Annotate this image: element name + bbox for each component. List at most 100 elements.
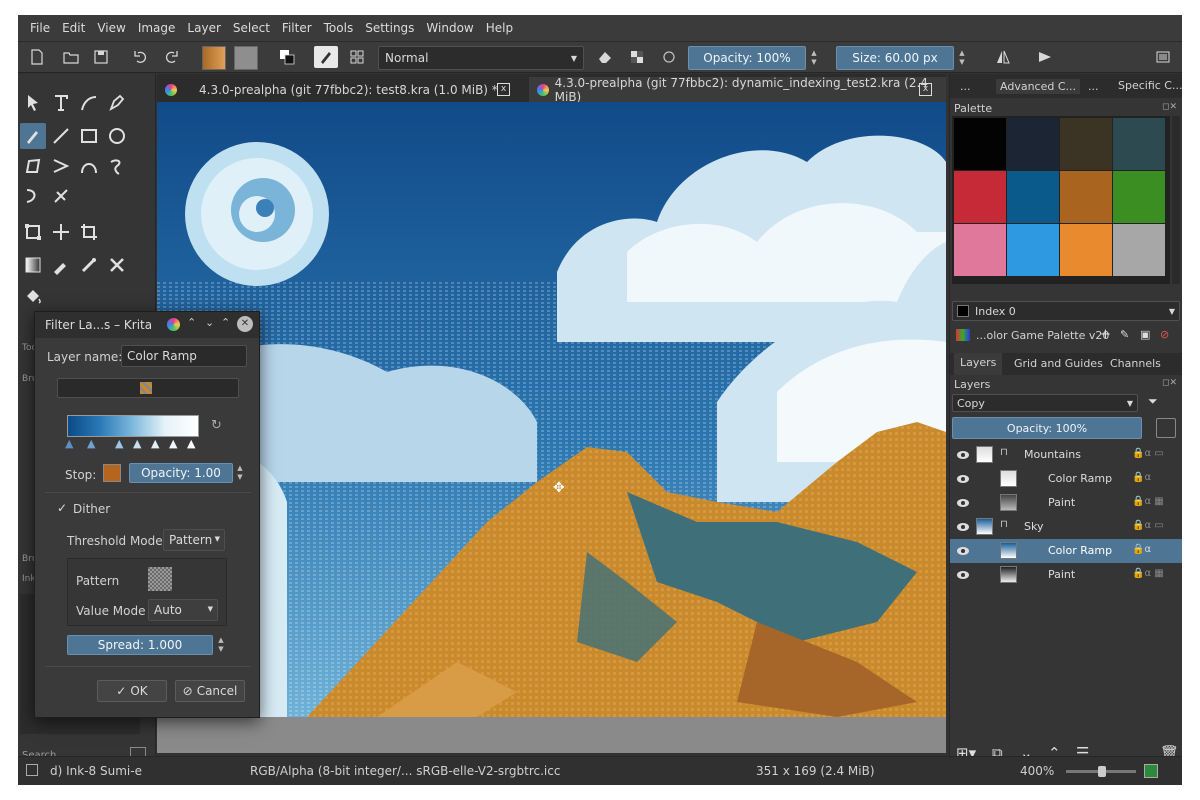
value-mode-select[interactable]: Auto ▼ (148, 599, 218, 621)
pattern-swatch[interactable] (148, 567, 172, 591)
palette-swatch[interactable] (954, 224, 1006, 276)
palette-index-select[interactable]: Index 0 ▼ (952, 301, 1180, 321)
line-tool-icon[interactable] (48, 123, 74, 149)
palette-name[interactable]: ...olor Game Palette v20 (976, 329, 1109, 342)
menu-view[interactable]: View (91, 21, 131, 35)
stop-color-button[interactable] (103, 464, 121, 482)
menu-help[interactable]: Help (480, 21, 519, 35)
pen-tool-icon[interactable] (104, 90, 130, 116)
freehand-path-tool-icon[interactable] (104, 153, 130, 179)
float-close-icon[interactable]: ◻✕ (1162, 102, 1177, 112)
palette-swatch[interactable] (1113, 118, 1165, 170)
menu-filter[interactable]: Filter (276, 21, 318, 35)
mirror-vertical-icon[interactable] (1034, 46, 1056, 68)
redo-icon[interactable] (160, 46, 182, 68)
stop-opacity-spinner[interactable]: ▲ ▼ (234, 463, 246, 483)
stop-opacity-slider[interactable]: Opacity: 1.00 (129, 463, 233, 483)
menu-image[interactable]: Image (132, 21, 182, 35)
calligraphy-tool-icon[interactable] (76, 90, 102, 116)
spread-slider[interactable]: Spread: 1.000 (67, 635, 213, 655)
canvas[interactable]: ✥ (157, 102, 946, 717)
menu-file[interactable]: File (24, 21, 56, 35)
close-icon[interactable]: ✕ (237, 316, 253, 332)
palette-swatch[interactable] (1060, 118, 1112, 170)
lock-alpha-icons[interactable]: 🔒α ▦ (1132, 496, 1164, 507)
docker-menu-icon[interactable] (1152, 46, 1174, 68)
eye-icon[interactable] (956, 544, 970, 558)
ok-button[interactable]: ✓ OK (97, 680, 167, 702)
mirror-horizontal-icon[interactable] (992, 46, 1014, 68)
blend-mode-select[interactable]: Normal ▼ (378, 46, 584, 70)
tab-channels[interactable]: Channels (1110, 357, 1161, 370)
eye-icon[interactable] (956, 496, 970, 510)
size-spinner[interactable]: ▲ ▼ (956, 46, 968, 70)
stop-marker[interactable]: ▲ (87, 437, 95, 450)
layer-row[interactable]: Paint 🔒α ▦ (950, 563, 1182, 587)
tab-advanced-color[interactable]: Advanced C... (996, 79, 1081, 94)
layer-blend-mode-select[interactable]: Copy ▼ (952, 394, 1138, 412)
cancel-button[interactable]: ⊘ Cancel (175, 680, 245, 702)
palette-swatch[interactable] (1060, 171, 1112, 223)
dialog-titlebar[interactable]: Filter La...s – Krita ⌃ ⌄ ⌃ ✕ (35, 312, 259, 338)
zoom-slider-handle[interactable] (1098, 766, 1106, 777)
palette-settings-icon[interactable]: ▣ (1140, 328, 1150, 341)
tab-dynamic-indexing[interactable]: 4.3.0-prealpha (git 77fbbc2): dynamic_in… (529, 76, 946, 104)
menu-select[interactable]: Select (227, 21, 276, 35)
lock-alpha-icons[interactable]: 🔒α (1132, 472, 1151, 483)
freehand-brush-tool-icon[interactable] (20, 123, 46, 149)
stop-marker[interactable]: ▲ (169, 437, 177, 450)
gradient-tool-icon[interactable] (20, 252, 46, 278)
dynamic-brush-tool-icon[interactable] (20, 183, 46, 209)
layer-row[interactable]: Color Ramp 🔒α (950, 467, 1182, 491)
reset-icon[interactable]: ↻ (211, 418, 222, 433)
float-close-icon[interactable]: ◻✕ (1162, 378, 1177, 388)
palette-swatch[interactable] (1007, 224, 1059, 276)
polyline-tool-icon[interactable] (48, 153, 74, 179)
preserve-alpha-icon[interactable] (626, 46, 648, 68)
dither-checkbox[interactable]: ✓ (57, 501, 67, 515)
maximize-icon[interactable]: ⌃ (221, 316, 230, 329)
layer-name-input[interactable]: Color Ramp (121, 345, 247, 367)
stop-marker[interactable]: ▲ (151, 437, 159, 450)
smart-patch-tool-icon[interactable] (76, 252, 102, 278)
color-picker-tool-icon[interactable] (48, 252, 74, 278)
text-tool-icon[interactable] (48, 90, 74, 116)
bezier-tool-icon[interactable] (76, 153, 102, 179)
layer-row-selected[interactable]: Color Ramp 🔒α (950, 539, 1182, 563)
select-shapes-tool-icon[interactable] (20, 90, 46, 116)
eye-icon[interactable] (956, 568, 970, 582)
tab-grid-and-guides[interactable]: Grid and Guides (1014, 357, 1103, 370)
eraser-icon[interactable] (594, 46, 616, 68)
close-icon[interactable]: x (919, 83, 932, 96)
tab-layers[interactable]: Layers (954, 353, 1003, 375)
filter-select[interactable] (57, 378, 239, 398)
transform-tool-icon[interactable] (20, 219, 46, 245)
layer-row[interactable]: ⊓ Sky 🔒α ▭ (950, 515, 1182, 539)
palette-swatch[interactable] (954, 171, 1006, 223)
filter-icon[interactable]: ⏷ (1148, 394, 1158, 409)
palette-swatch[interactable] (1060, 224, 1112, 276)
lock-alpha-icons[interactable]: 🔒α ▦ (1132, 568, 1164, 579)
lock-alpha-icons[interactable]: 🔒α ▭ (1132, 448, 1164, 459)
eye-icon[interactable] (956, 520, 970, 534)
threshold-mode-select[interactable]: Pattern ▼ (163, 529, 225, 551)
lock-alpha-icons[interactable]: 🔒α ▭ (1132, 520, 1164, 531)
brush-preset-icon[interactable] (314, 46, 338, 68)
edit-swatch-icon[interactable]: ✎ (1120, 328, 1129, 341)
undo-icon[interactable] (130, 46, 152, 68)
palette-swatch[interactable] (1007, 118, 1059, 170)
gradient-swatch[interactable] (202, 46, 226, 70)
menu-edit[interactable]: Edit (56, 21, 91, 35)
add-swatch-icon[interactable]: + (1100, 327, 1111, 342)
gradient-ramp-preview[interactable] (67, 415, 199, 437)
fill-assist-tool-icon[interactable] (104, 252, 130, 278)
stop-marker[interactable]: ▲ (187, 437, 195, 450)
menu-tools[interactable]: Tools (318, 21, 360, 35)
eye-icon[interactable] (956, 448, 970, 462)
menu-layer[interactable]: Layer (181, 21, 226, 35)
fill-bucket-tool-icon[interactable] (20, 284, 46, 310)
tab-more-mid[interactable]: ... (1088, 80, 1099, 93)
multibrush-tool-icon[interactable] (48, 183, 74, 209)
move-tool-icon[interactable] (48, 219, 74, 245)
crop-tool-icon[interactable] (76, 219, 102, 245)
